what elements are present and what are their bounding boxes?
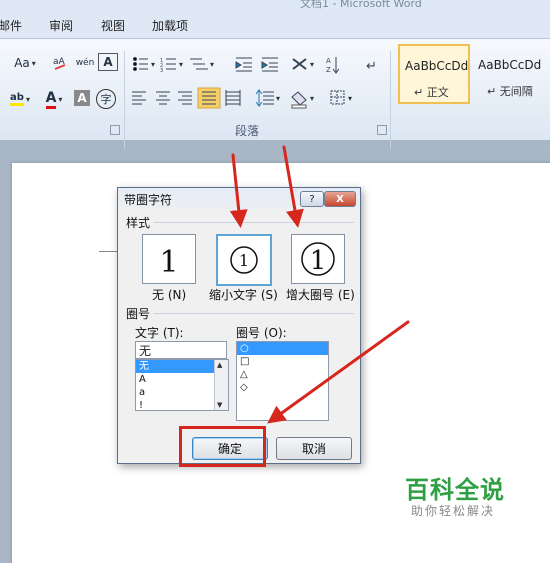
arrow-to-ok-button: [267, 320, 410, 424]
arrow-to-shrink-option: [229, 153, 248, 228]
annotation-arrows: [229, 145, 410, 424]
arrow-to-enlarge-option: [282, 145, 304, 228]
watermark-subtitle: 助你轻松解决: [411, 504, 496, 518]
watermark-title: 百科全说: [405, 476, 505, 504]
